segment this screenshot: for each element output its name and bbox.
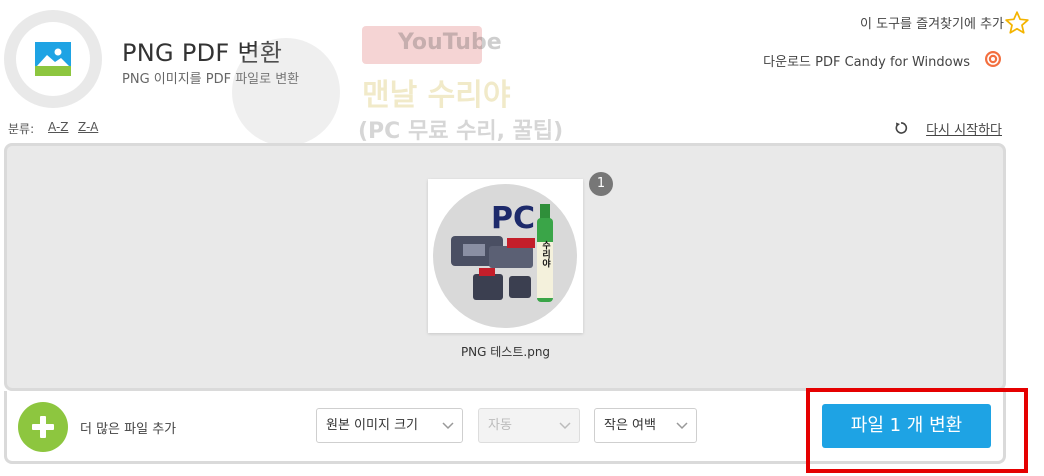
sort-label: 분류: (8, 122, 35, 136)
sort-az-link[interactable]: A-Z (48, 120, 69, 134)
file-name: PNG 테스트.png (460, 345, 551, 359)
watermark-youtube-badge (362, 26, 482, 64)
chevron-down-icon (559, 422, 571, 430)
image-icon (35, 42, 71, 76)
download-windows-link[interactable]: 다운로드 PDF Candy for Windows (763, 51, 970, 70)
restart-link[interactable]: 다시 시작하다 (926, 119, 1002, 138)
watermark-channel-tagline: (PC 무료 수리, 꿀팁) (358, 119, 564, 144)
candy-icon[interactable] (984, 50, 1002, 68)
page-title: PNG PDF 변환 (122, 39, 283, 67)
add-files-button[interactable] (18, 402, 68, 452)
file-preview-image: PC 수리야 (433, 184, 577, 328)
margin-select[interactable]: 작은 여백 (594, 408, 697, 443)
app-icon-badge (4, 10, 102, 108)
watermark-youtube-text: YouTube (398, 30, 502, 55)
file-thumbnail[interactable]: PC 수리야 (428, 179, 583, 333)
watermark-channel-name: 맨날 수리야 (362, 78, 511, 113)
add-to-favorites-link[interactable]: 이 도구를 즐겨찾기에 추가 (860, 13, 1004, 32)
chevron-down-icon (676, 422, 688, 430)
orientation-select[interactable]: 자동 (478, 408, 580, 443)
image-size-select[interactable]: 원본 이미지 크기 (316, 408, 463, 443)
thumb-bottle-text: 수리야 (540, 240, 550, 268)
restart-icon[interactable] (894, 121, 908, 135)
highlight-annotation (806, 388, 1028, 473)
add-files-label[interactable]: 더 많은 파일 추가 (80, 418, 176, 437)
thumb-pc-text: PC (491, 201, 535, 236)
page-subtitle: PNG 이미지를 PDF 파일로 변환 (122, 72, 300, 87)
star-icon[interactable] (1004, 10, 1030, 36)
chevron-down-icon (442, 422, 454, 430)
margin-value: 작은 여백 (604, 418, 656, 433)
orientation-value: 자동 (488, 418, 512, 433)
file-index-badge: 1 (589, 172, 613, 196)
sort-za-link[interactable]: Z-A (78, 120, 98, 134)
image-size-value: 원본 이미지 크기 (326, 418, 418, 433)
